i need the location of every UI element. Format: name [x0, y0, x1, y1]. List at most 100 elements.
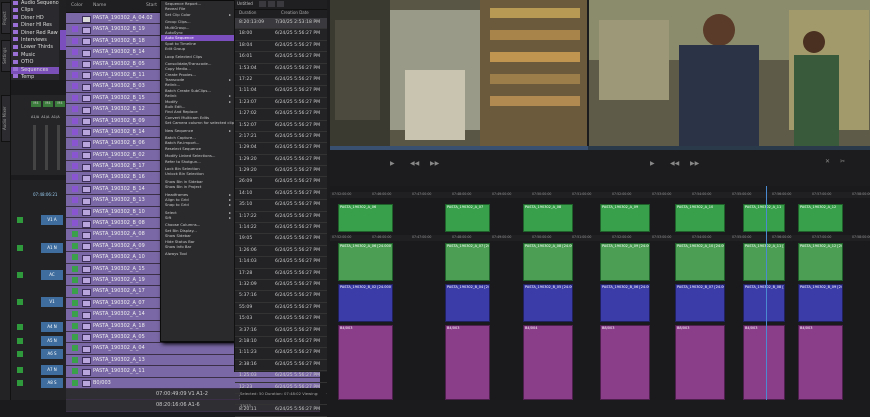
- timeline-clip[interactable]: B4/003: [798, 325, 843, 400]
- bin-column-row[interactable]: 18:00 6/24/25 5:56:27 PM: [235, 29, 327, 41]
- timeline-clip[interactable]: PASTA_190302_A_12: [798, 204, 843, 232]
- bin-column-row[interactable]: 3:37:16 6/24/25 5:56:27 PM: [235, 326, 327, 337]
- bin-column-row[interactable]: 1:52:07 6/24/25 5:56:27 PM: [235, 121, 327, 132]
- position-bar[interactable]: [330, 146, 870, 150]
- timeline-clip[interactable]: PASTA_190302_A_06 [24.000 fps]: [338, 243, 393, 281]
- step-forward-icon[interactable]: ▶▶: [690, 160, 699, 167]
- bin-column-row[interactable]: 2:17:21 6/24/25 5:56:27 PM: [235, 132, 327, 144]
- column-color[interactable]: Color: [71, 0, 83, 12]
- track-selector[interactable]: A6 S: [41, 349, 63, 359]
- bin-item[interactable]: Diner HD: [11, 15, 59, 22]
- timeline-clip[interactable]: PASTA_190302_B_06 [24.000 fps]: [600, 284, 650, 322]
- audio-mixer-tab[interactable]: Audio Mixer: [1, 95, 11, 142]
- bin-column-row[interactable]: 1:32:09 6/24/25 5:56:27 PM: [235, 280, 327, 292]
- track-selector[interactable]: A8 S: [41, 378, 63, 388]
- bin-column-row[interactable]: 17:22 6/24/25 5:56:27 PM: [235, 75, 327, 87]
- play-icon[interactable]: ▶: [390, 160, 395, 167]
- fader-track[interactable]: [33, 125, 36, 170]
- bin-item[interactable]: OTIO: [11, 59, 59, 66]
- timeline-clip[interactable]: PASTA_190302_B_07 [24.000 fps]: [675, 284, 725, 322]
- bin-column-row[interactable]: 26:09 6/24/25 5:56:27 PM: [235, 177, 327, 189]
- bin-item[interactable]: Temp: [11, 74, 59, 81]
- column-start[interactable]: Start: [146, 0, 157, 12]
- bin-item[interactable]: Audio Sequence: [11, 0, 59, 7]
- bin-column-row[interactable]: 1:29:20 6/24/25 5:56:27 PM: [235, 166, 327, 178]
- step-back-icon[interactable]: ◀◀: [670, 160, 679, 167]
- bin-item[interactable]: Diner HI Res: [11, 22, 59, 29]
- bin-item[interactable]: Clips: [11, 7, 59, 14]
- timeline-clip[interactable]: PASTA_190302_A_08: [523, 204, 573, 232]
- scissors-icon[interactable]: ✂: [840, 158, 845, 165]
- bin-column-row[interactable]: 15:03 6/24/25 5:56:27 PM: [235, 314, 327, 326]
- bin-column-row[interactable]: 1:14:22 6/24/25 5:56:27 PM: [235, 223, 327, 235]
- close-icon[interactable]: ✕: [825, 158, 830, 165]
- bin-item[interactable]: Interviews: [11, 37, 59, 44]
- track-record-toggle[interactable]: [17, 380, 23, 386]
- bin-column-row[interactable]: 1:23:07 6/24/25 5:56:27 PM: [235, 98, 327, 110]
- timeline-clip[interactable]: PASTA_190302_A_12 [24.000 fps]: [798, 243, 843, 281]
- bin-item[interactable]: Music: [11, 52, 59, 59]
- view-list-icon[interactable]: [259, 1, 266, 7]
- track-selector[interactable]: V1 A: [41, 215, 63, 225]
- timecode-ruler[interactable]: 07:52:00:00 07:46:00:00 07:47:00:00 07:48:0…: [330, 235, 870, 241]
- bin-item[interactable]: Sequences: [11, 66, 59, 74]
- bin-column-row[interactable]: 2:18:10 6/24/25 5:56:27 PM: [235, 337, 327, 349]
- track-record-toggle[interactable]: [17, 324, 23, 330]
- timeline-clip[interactable]: B4/003: [743, 325, 785, 400]
- track-record-toggle[interactable]: [17, 299, 23, 305]
- timeline-clip[interactable]: B4/004: [523, 325, 573, 400]
- column-creation-date[interactable]: Creation Date: [281, 10, 309, 15]
- bin-item[interactable]: Lower Thirds: [11, 44, 59, 51]
- timeline-clip[interactable]: PASTA_190302_A_10 [24.000 fps]: [675, 243, 725, 281]
- timeline-clip[interactable]: PASTA_190302_A_07: [445, 204, 490, 232]
- bin-column-row[interactable]: 1:11:23 6/24/25 5:56:27 PM: [235, 348, 327, 360]
- bin-column-row[interactable]: 1:17:22 6/24/25 5:56:27 PM: [235, 212, 327, 224]
- track-selector[interactable]: A1 N: [41, 243, 63, 253]
- track-selector[interactable]: A5 N: [41, 336, 63, 346]
- track-record-toggle[interactable]: [17, 351, 23, 357]
- bin-column-row[interactable]: 17:28 6/24/25 5:56:27 PM: [235, 269, 327, 280]
- track-record-toggle[interactable]: [17, 272, 23, 278]
- timeline[interactable]: 07:52:00:00 07:46:00:00 07:47:00:00 07:48:0…: [330, 186, 870, 400]
- timeline-clip[interactable]: B4/003: [445, 325, 490, 400]
- track-selector[interactable]: A4 N: [41, 322, 63, 332]
- step-back-icon[interactable]: ◀◀: [410, 160, 419, 167]
- bin-column-row[interactable]: 14:10 6/24/25 5:56:27 PM: [235, 189, 327, 201]
- timeline-clip[interactable]: PASTA_190302_A_07 [24.000 fps]: [445, 243, 490, 281]
- record-monitor[interactable]: [589, 0, 870, 146]
- source-monitor[interactable]: [330, 0, 587, 146]
- bin-column-row[interactable]: 1:11:04 6/24/25 5:56:27 PM: [235, 86, 327, 98]
- column-duration[interactable]: Duration: [239, 10, 256, 15]
- timeline-clip[interactable]: PASTA_190302_B_04 [24.000 fps]: [445, 284, 490, 322]
- step-forward-icon[interactable]: ▶▶: [430, 160, 439, 167]
- bin-column-row[interactable]: 1:26:06 6/24/25 5:56:27 PM: [235, 246, 327, 258]
- fader-track[interactable]: [57, 125, 60, 170]
- fader-track[interactable]: [45, 125, 48, 170]
- menu-item[interactable]: Always Tool: [161, 251, 234, 256]
- track-record-toggle[interactable]: [17, 217, 23, 223]
- timeline-clip[interactable]: PASTA_190302_B_08 [24.000 fps]: [743, 284, 785, 322]
- column-name[interactable]: Name: [93, 0, 106, 12]
- bin-column-row[interactable]: 19:05 6/24/25 5:56:27 PM: [235, 234, 327, 246]
- timeline-clip[interactable]: B4/003: [338, 325, 393, 400]
- view-frame-icon[interactable]: [268, 1, 275, 7]
- bin-tab-label[interactable]: Untitled: [237, 1, 253, 6]
- timeline-clip[interactable]: PASTA_190302_A_09: [600, 204, 650, 232]
- track-record-toggle[interactable]: [17, 338, 23, 344]
- timeline-clip[interactable]: B8/003: [675, 325, 725, 400]
- track-record-toggle[interactable]: [17, 245, 23, 251]
- bin-column-row[interactable]: 35:10 6/24/25 5:56:27 PM: [235, 200, 327, 212]
- playhead[interactable]: [766, 186, 767, 400]
- track-selector[interactable]: A7 N: [41, 365, 63, 375]
- timeline-clip[interactable]: PASTA_190302_A_09 [24.000 fps]: [600, 243, 650, 281]
- timeline-clip[interactable]: B8/003: [600, 325, 650, 400]
- bin-column-row[interactable]: 1:14:03 6/24/25 5:56:27 PM: [235, 257, 327, 269]
- timeline-clip[interactable]: PASTA_190302_B_05 [24.000 fps]: [523, 284, 573, 322]
- bin-column-row[interactable]: 2:38:16 6/24/25 5:56:27 PM: [235, 360, 327, 372]
- timeline-clip[interactable]: PASTA_190302_B_02 [24.000 fps]: [338, 284, 393, 322]
- bin-column-row[interactable]: 5:37:16 6/24/25 5:56:27 PM: [235, 291, 327, 303]
- timeline-clip[interactable]: PASTA_190302_A_08 [24.000 fps]: [523, 243, 573, 281]
- bin-column-row[interactable]: 55:09 6/24/25 5:56:27 PM: [235, 303, 327, 315]
- timecode-ruler[interactable]: 07:52:00:00 07:46:00:00 07:47:00:00 07:48:0…: [330, 192, 870, 198]
- track-record-toggle[interactable]: [17, 367, 23, 373]
